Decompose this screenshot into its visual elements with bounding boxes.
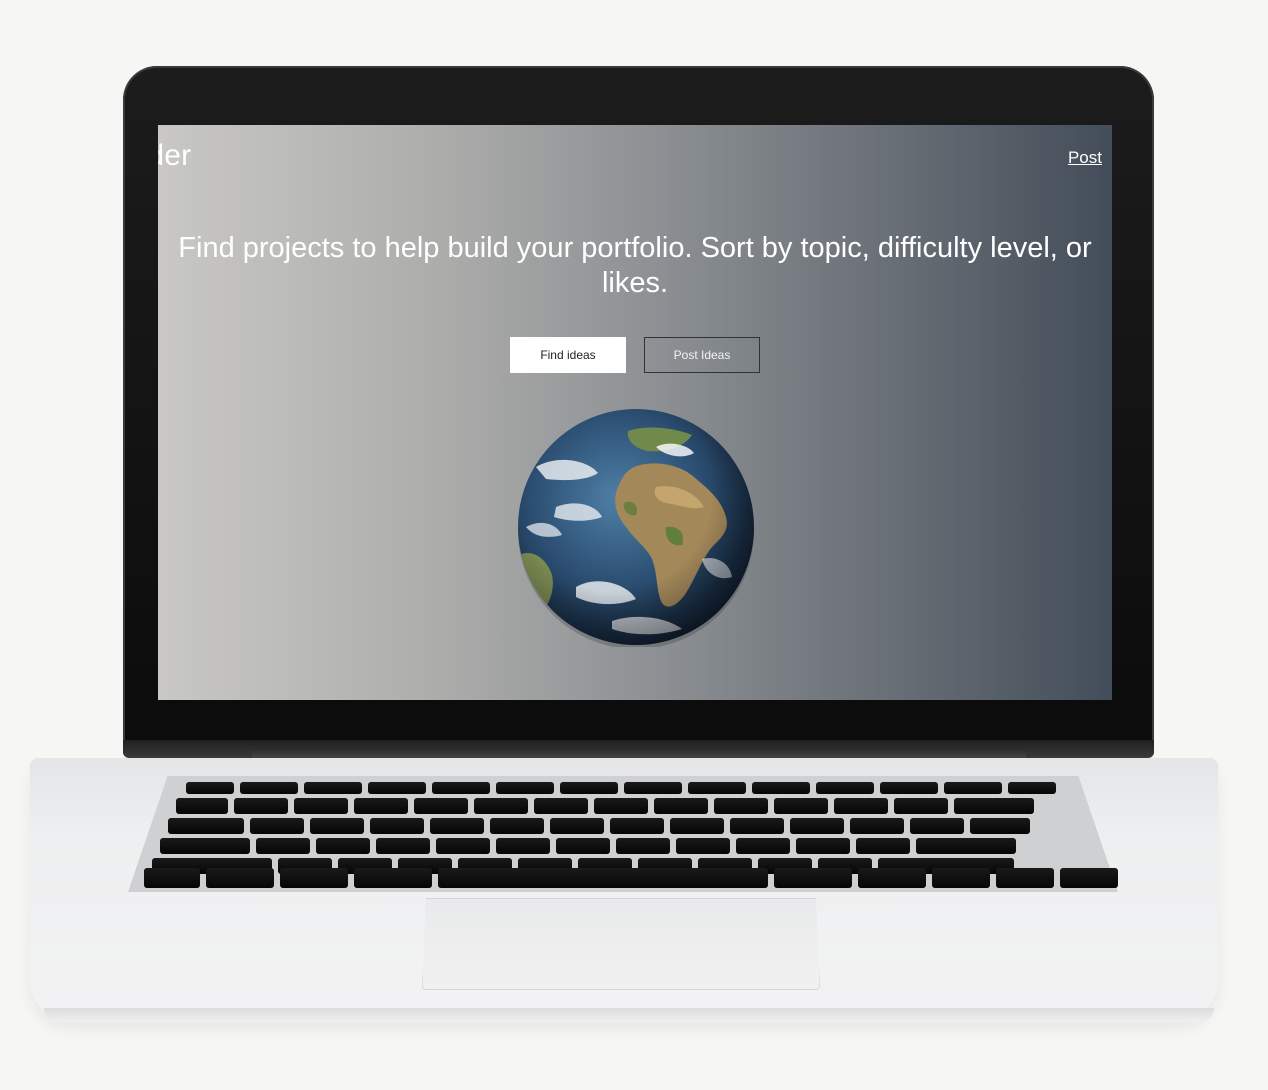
key (560, 782, 618, 794)
key (654, 798, 708, 814)
key (714, 798, 768, 814)
key (310, 818, 364, 834)
key (916, 838, 1016, 854)
key (790, 818, 844, 834)
hero-headline: Find projects to help build your portfol… (178, 232, 1092, 299)
find-ideas-button[interactable]: Find ideas (510, 337, 626, 373)
key (932, 868, 990, 888)
key (186, 782, 234, 794)
keyboard-qwerty-row (168, 818, 1108, 834)
key (856, 838, 910, 854)
key (354, 868, 432, 888)
key (670, 818, 724, 834)
key (168, 818, 244, 834)
key (250, 818, 304, 834)
post-nav-link[interactable]: Post (1068, 148, 1102, 168)
key (280, 868, 348, 888)
space-key (438, 868, 768, 888)
key (1060, 868, 1118, 888)
key (996, 868, 1054, 888)
laptop-base-edge (44, 1008, 1214, 1022)
key (304, 782, 362, 794)
key (880, 782, 938, 794)
key (354, 798, 408, 814)
key (176, 798, 228, 814)
key (944, 782, 1002, 794)
key (234, 798, 288, 814)
keyboard-number-row (176, 798, 1106, 814)
key (688, 782, 746, 794)
key (550, 818, 604, 834)
key (610, 818, 664, 834)
key (490, 818, 544, 834)
key (160, 838, 250, 854)
key (970, 818, 1030, 834)
key (774, 798, 828, 814)
key (624, 782, 682, 794)
key (594, 798, 648, 814)
key (432, 782, 490, 794)
key (144, 868, 200, 888)
key (436, 838, 490, 854)
key (474, 798, 528, 814)
key (1008, 782, 1056, 794)
key (534, 798, 588, 814)
key (774, 868, 852, 888)
earth-globe-icon (516, 407, 756, 649)
key (894, 798, 948, 814)
key (850, 818, 904, 834)
key (796, 838, 850, 854)
key (556, 838, 610, 854)
key (910, 818, 964, 834)
key (376, 838, 430, 854)
key (496, 782, 554, 794)
key (256, 838, 310, 854)
key (736, 838, 790, 854)
laptop-mockup: t Finder Post Find projects to help buil… (0, 0, 1268, 1090)
keyboard-home-row (160, 838, 1110, 854)
trackpad (422, 898, 820, 990)
key (834, 798, 888, 814)
key (430, 818, 484, 834)
keyboard-function-row (186, 782, 1106, 794)
key (368, 782, 426, 794)
key (370, 818, 424, 834)
key (730, 818, 784, 834)
key (240, 782, 298, 794)
key (676, 838, 730, 854)
key (496, 838, 550, 854)
key (858, 868, 926, 888)
key (954, 798, 1034, 814)
post-ideas-button[interactable]: Post Ideas (644, 337, 760, 373)
keyboard-space-row (144, 868, 1118, 888)
key (316, 838, 370, 854)
key (294, 798, 348, 814)
brand-title: t Finder (158, 139, 192, 172)
key (414, 798, 468, 814)
key (752, 782, 810, 794)
key (206, 868, 274, 888)
key (616, 838, 670, 854)
key (816, 782, 874, 794)
laptop-screen: t Finder Post Find projects to help buil… (158, 125, 1112, 700)
